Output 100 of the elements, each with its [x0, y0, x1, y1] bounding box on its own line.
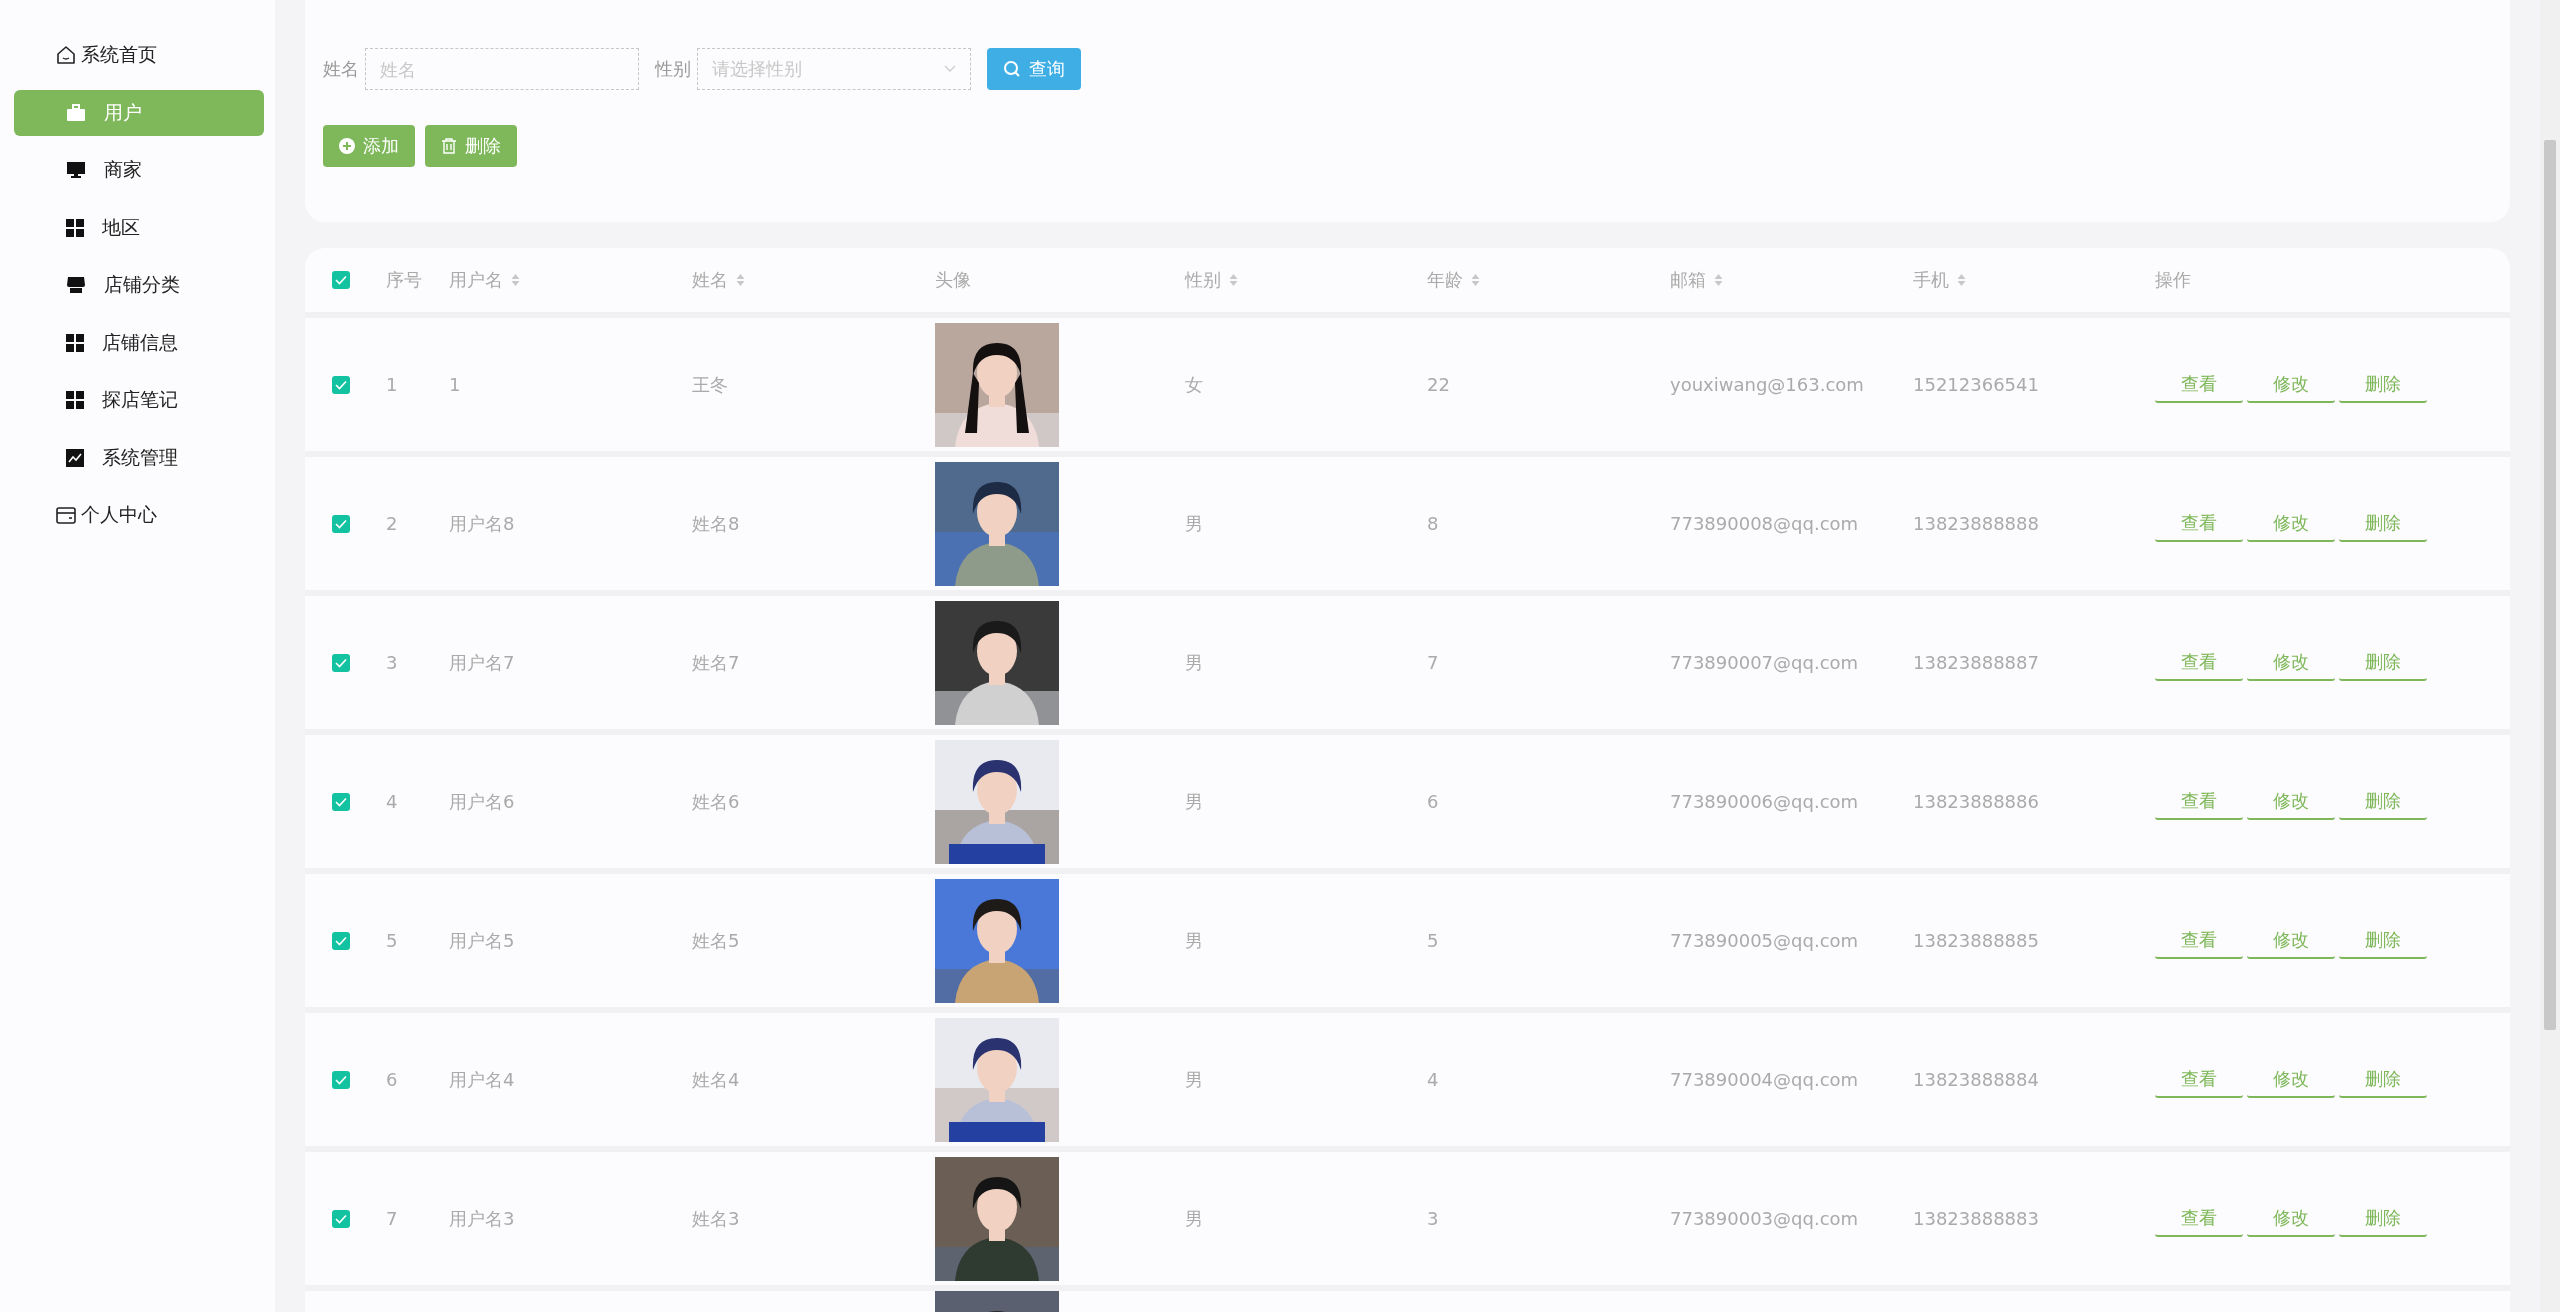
table-cell-text: 用户名8	[449, 511, 516, 536]
wallet-icon	[55, 505, 77, 525]
grid-icon	[66, 218, 84, 237]
checkbox[interactable]	[332, 1209, 350, 1228]
table-cell-text: 男	[1185, 1206, 1204, 1231]
sidebar-item[interactable]: 个人中心	[14, 492, 264, 538]
table-cell-text: 15212366541	[1913, 374, 2040, 395]
checkbox[interactable]	[332, 375, 350, 394]
checkbox[interactable]	[332, 514, 350, 533]
row-action-link[interactable]: 修改	[2247, 1200, 2335, 1237]
table-cell-text: 6	[386, 1069, 399, 1090]
row-action-link[interactable]: 修改	[2247, 505, 2335, 542]
table-cell-text: 女	[1185, 372, 1204, 397]
table-cell-text: 13823888887	[1913, 652, 2040, 673]
table-cell-text: 用户名7	[449, 650, 516, 675]
table-cell-text: 男	[1185, 789, 1204, 814]
sort-icon[interactable]	[1714, 273, 1723, 287]
table-cell-text: 4	[1427, 1069, 1440, 1090]
check-icon	[335, 935, 347, 946]
row-action-link[interactable]: 修改	[2247, 922, 2335, 959]
sort-icon[interactable]	[736, 273, 745, 287]
row-action-link[interactable]: 修改	[2247, 366, 2335, 403]
table-cell-text: 7	[1427, 652, 1440, 673]
table-cell-text: 1	[449, 374, 462, 395]
column-header: 序号	[386, 268, 422, 292]
delete-button[interactable]: 删除	[425, 125, 517, 167]
sort-icon[interactable]	[511, 273, 520, 287]
scrollbar[interactable]	[2540, 0, 2560, 1312]
table-cell-text: 用户名3	[449, 1206, 516, 1231]
grid-icon	[66, 333, 84, 352]
checkbox[interactable]	[332, 653, 350, 672]
field-label: 姓名	[323, 57, 359, 81]
table-cell-text: 773890003@qq.com	[1670, 1208, 1860, 1229]
table-cell-text: 姓名3	[692, 1206, 741, 1231]
checkbox[interactable]	[332, 271, 350, 289]
monitor-icon	[66, 161, 86, 179]
sidebar-item[interactable]: 地区	[14, 204, 264, 251]
row-action-link[interactable]: 删除	[2339, 783, 2427, 820]
row-action-link[interactable]: 删除	[2339, 1200, 2427, 1237]
check-icon	[335, 657, 347, 668]
check-icon	[335, 1213, 347, 1224]
check-icon	[335, 518, 347, 529]
trash-icon	[441, 138, 457, 154]
sidebar-item[interactable]: 商家	[14, 147, 264, 193]
home-icon	[55, 44, 77, 66]
table-cell-text: 22	[1427, 374, 1451, 395]
table-cell-text: 5	[386, 930, 399, 951]
checkbox[interactable]	[332, 1070, 350, 1089]
column-header: 手机	[1913, 268, 1949, 292]
table-cell-text: 姓名5	[692, 928, 741, 953]
table-cell-text: 13823888884	[1913, 1069, 2040, 1090]
query-button[interactable]: 查询	[987, 48, 1081, 90]
column-header: 姓名	[692, 268, 728, 292]
sidebar-item[interactable]: 探店笔记	[14, 377, 264, 423]
column-header: 邮箱	[1670, 268, 1706, 292]
sidebar-item[interactable]: 系统首页	[14, 32, 264, 78]
table-cell-text: 773890007@qq.com	[1670, 652, 1860, 673]
row-action-link[interactable]: 修改	[2247, 783, 2335, 820]
plus-icon	[339, 138, 355, 154]
row-action-link[interactable]: 修改	[2247, 1061, 2335, 1098]
table-cell-text: 3	[386, 652, 399, 673]
sidebar-item[interactable]: 用户	[14, 89, 264, 136]
table-cell-text: 姓名4	[692, 1067, 741, 1092]
check-icon	[335, 379, 347, 390]
row-action-link[interactable]: 修改	[2247, 644, 2335, 681]
row-action-link[interactable]: 删除	[2339, 366, 2427, 403]
table-cell-text: 男	[1185, 1067, 1204, 1092]
row-action-link[interactable]: 查看	[2155, 1200, 2243, 1237]
grid-icon	[66, 391, 84, 409]
row-action-link[interactable]: 查看	[2155, 783, 2243, 820]
row-action-link[interactable]: 查看	[2155, 366, 2243, 403]
checkbox[interactable]	[332, 931, 350, 950]
sort-icon[interactable]	[1229, 273, 1238, 287]
column-header: 操作	[2155, 268, 2191, 292]
table-cell-text: 8	[1427, 513, 1440, 534]
row-action-link[interactable]: 查看	[2155, 644, 2243, 681]
table-cell-text: 13823888888	[1913, 513, 2040, 534]
column-header: 用户名	[449, 268, 503, 292]
row-action-link[interactable]: 删除	[2339, 922, 2427, 959]
row-action-link[interactable]: 查看	[2155, 922, 2243, 959]
chevron-icon	[944, 65, 956, 73]
table-cell-text: 4	[386, 791, 399, 812]
sidebar-item[interactable]: 店铺分类	[14, 262, 264, 308]
table-cell-text: 男	[1185, 511, 1204, 536]
table-cell-text: 3	[1427, 1208, 1440, 1229]
row-action-link[interactable]: 查看	[2155, 1061, 2243, 1098]
row-action-link[interactable]: 查看	[2155, 505, 2243, 542]
add-button[interactable]: 添加	[323, 125, 415, 167]
sidebar-item[interactable]: 系统管理	[14, 434, 264, 481]
row-action-link[interactable]: 删除	[2339, 644, 2427, 681]
sort-icon[interactable]	[1471, 273, 1480, 287]
row-action-link[interactable]: 删除	[2339, 1061, 2427, 1098]
table-cell-text: 王冬	[692, 372, 729, 397]
checkbox[interactable]	[332, 792, 350, 811]
table-cell-text: 13823888885	[1913, 930, 2040, 951]
table-cell-text: youxiwang@163.com	[1670, 374, 1865, 395]
sidebar-item[interactable]: 店铺信息	[14, 319, 264, 366]
row-action-link[interactable]: 删除	[2339, 505, 2427, 542]
chart-icon	[66, 448, 84, 467]
sort-icon[interactable]	[1957, 273, 1966, 287]
